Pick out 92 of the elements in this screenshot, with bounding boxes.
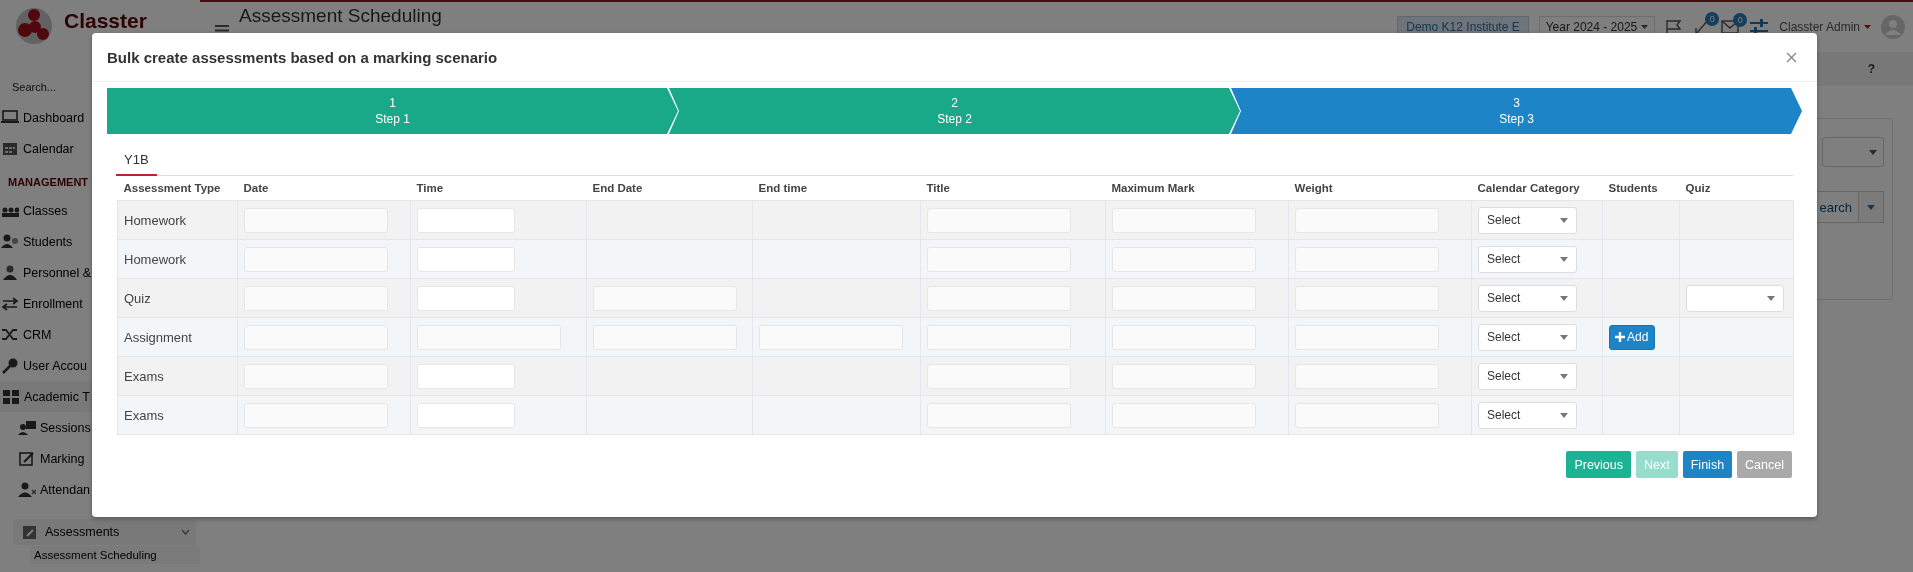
menu-icon xyxy=(1,357,19,374)
menu-item-label[interactable]: Dashboard xyxy=(23,110,85,125)
tab[interactable]: Y1B xyxy=(116,146,157,176)
plus-icon xyxy=(1615,332,1625,342)
menu-icon xyxy=(1,109,19,126)
caret-icon xyxy=(1767,295,1775,301)
column-header: Time xyxy=(410,176,587,201)
column-header: End Date xyxy=(586,176,753,201)
time-field[interactable] xyxy=(417,285,515,311)
flag-icon xyxy=(1665,19,1684,35)
mail-icon xyxy=(1721,20,1740,34)
avatar-icon xyxy=(1881,15,1905,39)
notification-badge: 0 xyxy=(1705,12,1720,26)
menu-item-label[interactable]: Students xyxy=(23,234,73,249)
category-select[interactable]: Select xyxy=(1478,401,1577,429)
column-header: Weight xyxy=(1288,176,1472,201)
menu-item-label[interactable]: Classes xyxy=(23,203,68,218)
menu-item-label[interactable]: User Accou xyxy=(23,358,87,373)
caret-icon xyxy=(1560,295,1568,301)
step-label: Step 2 xyxy=(937,111,972,127)
caret-icon xyxy=(1560,256,1568,262)
step-number: 2 xyxy=(951,95,958,111)
time-field[interactable] xyxy=(417,246,515,272)
time-field[interactable] xyxy=(417,402,515,428)
page-title: Assessment Scheduling xyxy=(239,5,442,27)
step-label: Step 1 xyxy=(375,111,410,127)
menu-item-label[interactable]: Academic T xyxy=(24,389,90,404)
category-select[interactable]: Select xyxy=(1478,206,1577,234)
step-label: Step 3 xyxy=(1499,111,1534,127)
assessment-type: Homework xyxy=(124,251,187,267)
menu-item-label[interactable]: Marking xyxy=(40,451,85,466)
menu-icon xyxy=(2,388,20,405)
menu-item-label[interactable]: Calendar xyxy=(23,141,74,156)
logo-text: Classter xyxy=(64,9,147,33)
help-button[interactable]: ? xyxy=(1867,62,1875,76)
menu-item-label[interactable]: Enrollment xyxy=(23,296,83,311)
assessment-type: Exams xyxy=(124,368,164,384)
column-header: End time xyxy=(752,176,921,201)
caret-icon xyxy=(1560,412,1568,418)
quiz-select[interactable] xyxy=(1686,284,1784,312)
filter-select[interactable] xyxy=(1822,137,1884,167)
step-number: 1 xyxy=(389,95,396,111)
column-header: Calendar Category xyxy=(1471,176,1603,201)
menu-icon xyxy=(18,450,36,467)
column-header: Students xyxy=(1602,176,1680,201)
search-button[interactable]: earch xyxy=(1817,191,1859,223)
assessment-type: Exams xyxy=(124,407,164,423)
column-header: Quiz xyxy=(1679,176,1794,201)
caret-icon xyxy=(1641,25,1649,29)
menu-icon xyxy=(1,264,19,281)
menu-icon xyxy=(1,233,19,250)
section-heading: MANAGEMENT xyxy=(8,176,89,188)
caret-icon xyxy=(1867,204,1875,210)
menu-item-label[interactable]: Personnel & xyxy=(23,265,92,280)
modal-title: Bulk create assessments based on a marking scenario xyxy=(107,48,498,66)
menu-icon xyxy=(21,523,39,541)
menu-icon xyxy=(1,295,19,312)
column-header: Assessment Type xyxy=(117,176,238,201)
step-number: 3 xyxy=(1513,95,1520,111)
menu-icon xyxy=(18,419,36,436)
time-field[interactable] xyxy=(417,207,515,233)
user-menu[interactable]: Classter Admin xyxy=(1779,20,1871,34)
caret-icon xyxy=(1560,373,1568,379)
category-select[interactable]: Select xyxy=(1478,245,1577,273)
dropdown-button[interactable] xyxy=(1859,191,1884,223)
menu-item-label[interactable]: Sessions xyxy=(40,420,91,435)
finish-button[interactable]: Finish xyxy=(1682,451,1733,478)
menu-item-label[interactable]: CRM xyxy=(23,327,52,342)
caret-icon xyxy=(1869,149,1877,155)
menu-icon xyxy=(1,140,19,157)
close-icon xyxy=(1786,51,1797,63)
column-header: Date xyxy=(237,176,411,201)
column-header: Maximum Mark xyxy=(1105,176,1289,201)
time-field[interactable] xyxy=(417,363,515,389)
menu-icon xyxy=(1,326,19,343)
assessment-type: Quiz xyxy=(124,290,151,306)
category-select[interactable]: Select xyxy=(1478,284,1577,312)
message-badge: 0 xyxy=(1733,13,1748,27)
column-header: Title xyxy=(920,176,1106,201)
category-select[interactable]: Select xyxy=(1478,323,1577,351)
add-students-button[interactable]: Add xyxy=(1609,324,1656,350)
assessment-type: Assignment xyxy=(124,329,192,345)
sliders-icon xyxy=(1749,18,1770,36)
caret-icon xyxy=(1560,334,1568,340)
category-select[interactable]: Select xyxy=(1478,362,1577,390)
menu-icon xyxy=(18,481,36,498)
logo-icon xyxy=(14,6,54,46)
previous-button[interactable]: Previous xyxy=(1566,451,1632,478)
caret-icon xyxy=(1560,217,1568,223)
assessment-type: Homework xyxy=(124,212,187,228)
caret-icon xyxy=(1864,25,1871,29)
menu-item-label[interactable]: Attendan xyxy=(40,482,91,497)
